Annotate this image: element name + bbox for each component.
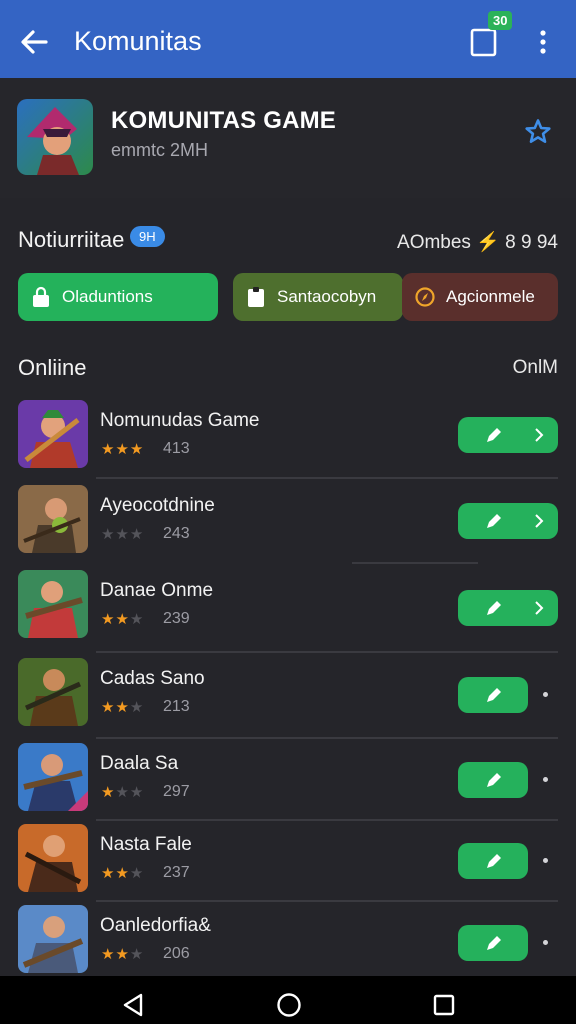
divider — [352, 562, 478, 564]
game-name: Nasta Fale — [100, 834, 192, 855]
square-recents-icon[interactable] — [432, 993, 456, 1017]
chevron-right-icon — [535, 514, 544, 528]
lock-icon — [33, 286, 49, 307]
chip-label: Agcionmele — [446, 287, 535, 306]
cart-icon[interactable] — [469, 26, 499, 58]
community-title: KOMUNITAS GAME — [111, 107, 337, 134]
arrow-left-icon[interactable] — [18, 27, 50, 57]
play-button[interactable] — [458, 762, 528, 798]
more-dot-icon[interactable] — [543, 692, 548, 697]
cart-badge: 30 — [488, 11, 513, 30]
pencil-icon — [487, 854, 501, 868]
game-name: Ayeocotdnine — [100, 495, 215, 516]
game-thumbnail — [18, 658, 88, 726]
game-thumbnail — [18, 570, 88, 638]
rating-stars: ★★★ — [101, 611, 145, 628]
game-name: Cadas Sano — [100, 668, 205, 689]
play-button[interactable] — [458, 677, 528, 713]
chevron-right-icon — [535, 601, 544, 615]
pencil-icon — [487, 936, 501, 950]
divider — [96, 477, 558, 479]
pencil-icon — [487, 428, 501, 442]
game-name: Daala Sa — [100, 753, 179, 774]
play-button[interactable] — [458, 590, 558, 626]
play-button[interactable] — [458, 925, 528, 961]
game-thumbnail — [18, 485, 88, 553]
bolt-icon: ⚡ — [476, 232, 500, 253]
pencil-icon — [487, 514, 501, 528]
rating-stars: ★★★ — [101, 784, 145, 801]
more-dot-icon[interactable] — [543, 777, 548, 782]
list-item[interactable]: Cadas Sano ★★★ 213 — [0, 656, 576, 742]
game-name: Danae Onme — [100, 580, 214, 601]
more-dot-icon[interactable] — [543, 940, 548, 945]
app-bar-title: Komunitas — [74, 26, 202, 56]
game-thumbnail — [18, 905, 88, 973]
list-item[interactable]: Danae Onme ★★★ 239 — [0, 568, 576, 654]
members-summary: AOmbes ⚡ 8 9 94 — [397, 230, 558, 254]
play-button[interactable] — [458, 503, 558, 539]
game-count: 237 — [163, 864, 190, 881]
notifications-badge: 9H — [130, 226, 165, 247]
more-dot-icon[interactable] — [543, 858, 548, 863]
divider — [96, 900, 558, 902]
divider — [96, 819, 558, 821]
game-count: 243 — [163, 525, 190, 542]
rating-stars: ★★★ — [101, 699, 145, 716]
game-name: Oanledorfia& — [100, 915, 211, 936]
game-name: Nomunudas Game — [100, 410, 260, 431]
divider — [96, 737, 558, 739]
list-item[interactable]: Ayeocotdnine ★★★ 243 — [0, 483, 576, 569]
list-item[interactable]: Nomunudas Game ★★★ 413 — [0, 398, 576, 484]
list-item[interactable]: Nasta Fale ★★★ 237 — [0, 822, 576, 908]
members-value: 8 9 94 — [505, 232, 558, 253]
section-title: Onliine — [18, 355, 87, 380]
chevron-right-icon — [535, 428, 544, 442]
play-button[interactable] — [458, 417, 558, 453]
game-thumbnail — [18, 400, 88, 468]
rating-stars: ★★★ — [101, 526, 145, 543]
game-count: 213 — [163, 698, 190, 715]
chip-sanctuary[interactable]: Santaocobyn — [233, 273, 403, 321]
game-count: 297 — [163, 783, 190, 800]
list-item[interactable]: Daala Sa ★★★ 297 — [0, 741, 576, 827]
game-count: 206 — [163, 945, 190, 962]
clipboard-icon — [248, 287, 264, 307]
chip-label: Oladuntions — [62, 287, 153, 306]
rating-stars: ★★★ — [101, 865, 145, 882]
pencil-icon — [487, 601, 501, 615]
game-count: 413 — [163, 440, 190, 457]
play-button[interactable] — [458, 843, 528, 879]
pencil-icon — [487, 773, 501, 787]
chip-label: Santaocobyn — [277, 287, 377, 306]
rating-stars: ★★★ — [101, 441, 145, 458]
community-subtitle: emmtc 2MH — [111, 140, 209, 160]
game-thumbnail — [18, 824, 88, 892]
triangle-back-icon[interactable] — [121, 992, 145, 1018]
game-thumbnail — [18, 743, 88, 811]
more-vertical-icon[interactable] — [532, 27, 554, 57]
section-link[interactable]: OnlM — [513, 357, 558, 379]
app-bar: Komunitas 30 — [0, 0, 576, 78]
notifications-title: Notiurriitae — [18, 227, 125, 252]
chip-agenda[interactable]: Agcionmele — [402, 273, 558, 321]
rating-stars: ★★★ — [101, 946, 145, 963]
circle-home-icon[interactable] — [276, 992, 302, 1018]
divider — [96, 651, 558, 653]
members-label: AOmbes — [397, 232, 471, 253]
game-count: 239 — [163, 610, 190, 627]
game-logo — [17, 99, 93, 175]
pencil-icon — [487, 688, 501, 702]
chip-downloads[interactable]: Oladuntions — [18, 273, 218, 321]
star-outline-icon[interactable] — [524, 118, 552, 146]
compass-icon — [415, 287, 435, 307]
